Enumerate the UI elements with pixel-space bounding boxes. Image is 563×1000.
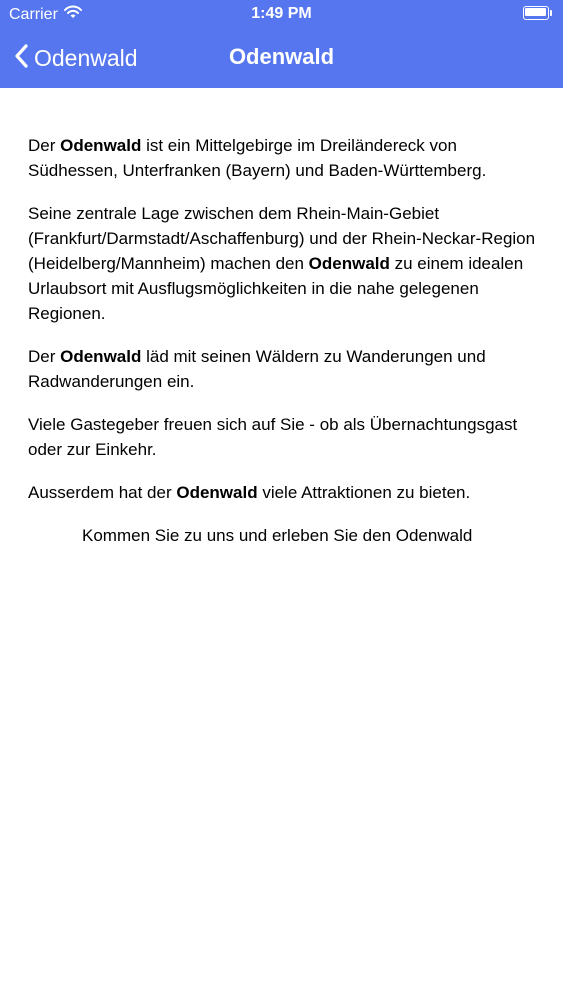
navigation-bar: Odenwald Odenwald (0, 30, 563, 88)
paragraph-hosts: Viele Gastegeber freuen sich auf Sie - o… (28, 415, 518, 459)
highlight-odenwald: Odenwald (308, 254, 390, 273)
article-text: Der Odenwald ist ein Mittelgebirge im Dr… (28, 133, 538, 566)
paragraph-attractions: Ausserdem hat der Odenwald viele Attrakt… (28, 483, 471, 502)
header: Carrier 1:49 PM Odenwald Odenwald (0, 0, 563, 88)
page-title: Odenwald (228, 44, 335, 69)
paragraph-hiking: Der Odenwald läd mit seinen Wäldern zu W… (28, 347, 486, 391)
status-bar: Carrier 1:49 PM (0, 0, 563, 30)
highlight-odenwald: Odenwald (60, 347, 142, 366)
status-time: 1:49 PM (251, 5, 312, 22)
highlight-odenwald: Odenwald (176, 483, 258, 502)
paragraph-location: Seine zentrale Lage zwischen dem Rhein-M… (28, 204, 536, 323)
paragraph-intro: Der Odenwald ist ein Mittelgebirge im Dr… (28, 136, 487, 180)
battery-icon (523, 6, 553, 22)
battery-level (525, 8, 546, 16)
closing-invitation: Kommen Sie zu uns und erleben Sie den Od… (82, 526, 473, 545)
highlight-odenwald: Odenwald (60, 136, 142, 155)
